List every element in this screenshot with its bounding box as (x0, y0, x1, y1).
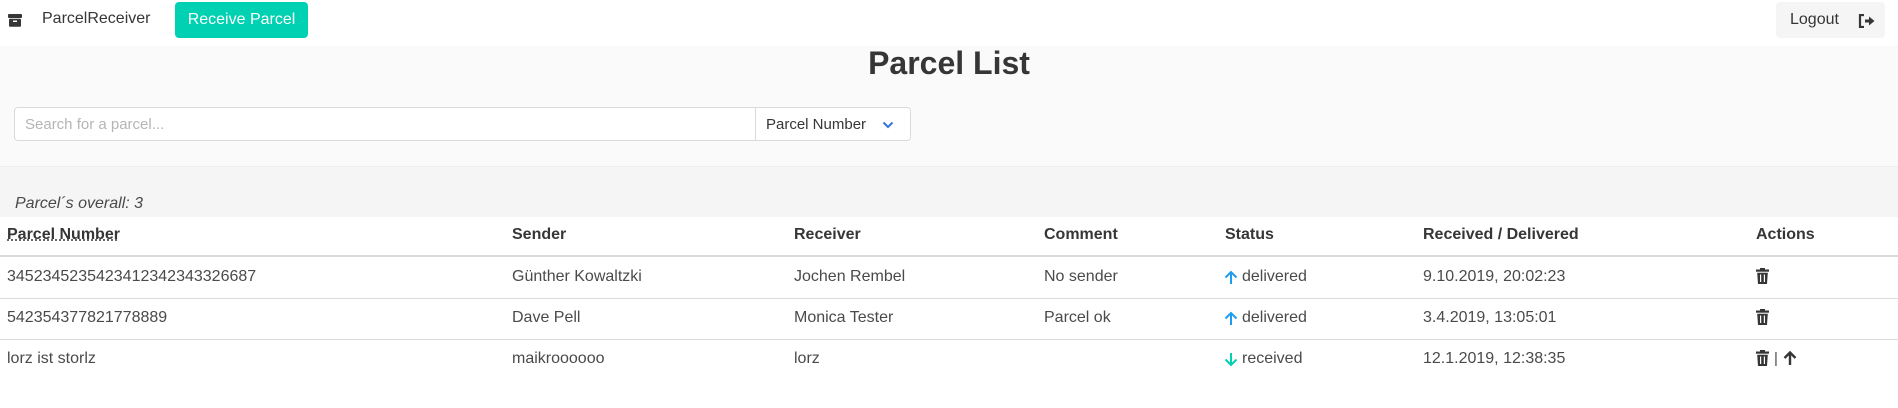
trash-icon[interactable] (1756, 350, 1769, 366)
page-title: Parcel List (868, 45, 1030, 81)
column-header-comment: Comment (1044, 226, 1118, 243)
trash-icon[interactable] (1756, 268, 1769, 284)
summary-band (0, 167, 1898, 217)
receiver-cell: Monica Tester (794, 309, 894, 326)
status-cell: received (1242, 350, 1303, 367)
logout-button[interactable]: Logout (1776, 2, 1885, 38)
sender-cell: Dave Pell (512, 309, 581, 326)
action-separator: | (1774, 350, 1778, 367)
column-header-status: Status (1225, 226, 1274, 243)
parcel-number-cell: 3452345235423412342343326687 (7, 268, 257, 285)
logout-label: Logout (1790, 11, 1839, 28)
navbar: ParcelReceiver Receive Parcel Logout (0, 0, 1898, 40)
column-header-actions: Actions (1756, 226, 1815, 243)
trash-icon[interactable] (1756, 309, 1769, 325)
sign-out-icon (1858, 14, 1875, 28)
receive-parcel-button[interactable]: Receive Parcel (175, 2, 308, 38)
comment-cell: No sender (1044, 268, 1118, 285)
parcel-number-cell: 542354377821778889 (7, 309, 168, 326)
box-icon[interactable] (7, 12, 23, 28)
search-field-select[interactable]: Parcel Number (755, 107, 911, 141)
comment-cell: Parcel ok (1044, 309, 1111, 326)
row-divider (0, 339, 1898, 340)
arrow-up-icon[interactable] (1783, 350, 1797, 366)
brand-name[interactable]: ParcelReceiver (42, 10, 150, 28)
column-header-receiver: Receiver (794, 226, 861, 243)
arrow-up-icon (1224, 311, 1238, 325)
arrow-up-icon (1224, 270, 1238, 284)
status-cell: delivered (1242, 309, 1307, 326)
select-value: Parcel Number (766, 116, 867, 133)
date-cell: 3.4.2019, 13:05:01 (1423, 309, 1557, 326)
parcel-count: Parcel´s overall: 3 (15, 195, 144, 212)
receiver-cell: lorz (794, 350, 820, 367)
search-input[interactable] (14, 107, 756, 141)
sender-cell: Günther Kowaltzki (512, 268, 642, 285)
row-divider (0, 298, 1898, 299)
receiver-cell: Jochen Rembel (794, 268, 906, 285)
sender-cell: maikroooooo (512, 350, 605, 367)
column-header-parcel-number[interactable]: Parcel Number (7, 226, 120, 244)
column-header-sender: Sender (512, 226, 567, 243)
status-cell: delivered (1242, 268, 1307, 285)
date-cell: 9.10.2019, 20:02:23 (1423, 268, 1566, 285)
date-cell: 12.1.2019, 12:38:35 (1423, 350, 1566, 367)
chevron-down-icon (882, 121, 894, 129)
column-header-date: Received / Delivered (1423, 226, 1579, 243)
arrow-down-icon (1224, 353, 1238, 367)
table-header-divider (0, 255, 1898, 257)
parcel-number-cell: lorz ist storlz (7, 350, 96, 367)
